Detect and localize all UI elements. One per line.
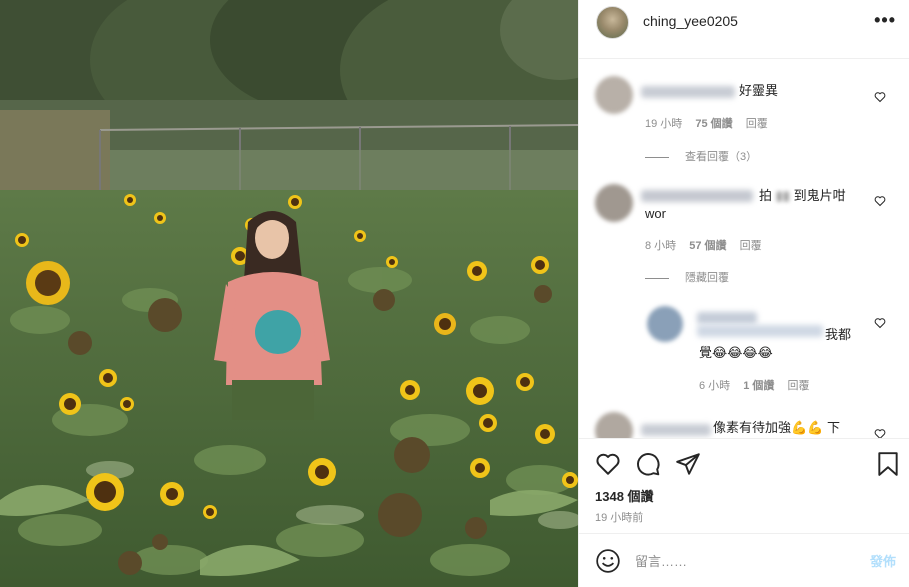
commenter-username-blurred[interactable] (641, 424, 711, 436)
replier-avatar[interactable] (647, 306, 683, 342)
commenter-username-blurred[interactable] (641, 190, 753, 202)
comment-meta: 8 小時 57 個讚 回覆 (645, 237, 772, 253)
comment-time: 8 小時 (645, 240, 677, 252)
comment-icon[interactable] (635, 451, 661, 477)
commenter-avatar[interactable] (595, 76, 633, 114)
comment-text: 像素有待加強💪💪 下 (713, 420, 840, 435)
heart-icon[interactable] (874, 195, 886, 207)
heart-icon[interactable] (874, 428, 886, 438)
replies-divider (645, 277, 669, 279)
post-comment-button[interactable]: 發佈 (870, 551, 896, 570)
comment-likes[interactable]: 75 個讚 (695, 118, 732, 130)
more-horizontal-icon[interactable]: ••• (874, 10, 896, 31)
mention-blurred[interactable] (697, 325, 823, 337)
comment-input[interactable] (635, 550, 835, 572)
reply-text: 我都 (825, 327, 852, 342)
bookmark-icon[interactable] (875, 451, 901, 477)
post-side-panel: ching_yee0205 ••• 好靈異 19 小時 75 個讚 回覆 查看回… (578, 0, 909, 587)
heart-icon[interactable] (874, 91, 886, 103)
post-actions: 1348 個讚 19 小時前 (579, 438, 909, 533)
share-icon[interactable] (675, 451, 701, 477)
reply-time: 6 小時 (699, 380, 731, 392)
reply-likes[interactable]: 1 個讚 (743, 380, 774, 392)
post-timestamp[interactable]: 19 小時前 (595, 509, 643, 525)
heart-icon[interactable] (595, 451, 621, 477)
sunflower-field-image (0, 0, 578, 587)
replier-username-blurred[interactable] (697, 312, 757, 324)
hide-replies-button[interactable]: 隱藏回覆 (645, 269, 729, 285)
post-header: ching_yee0205 ••• (579, 0, 909, 59)
reply-text-continued: 覺😂😂😂😂 (699, 345, 773, 360)
author-username[interactable]: ching_yee0205 (643, 13, 738, 29)
comment-meta: 19 小時 75 個讚 回覆 (645, 115, 778, 131)
emoji-icon[interactable] (595, 548, 621, 574)
commenter-username-blurred[interactable] (641, 86, 735, 98)
replies-divider (645, 156, 669, 158)
comment-composer: 發佈 (579, 533, 909, 587)
reply-button[interactable]: 回覆 (746, 118, 768, 130)
commenter-avatar[interactable] (595, 184, 633, 222)
comment-text: 好靈異 (739, 83, 779, 98)
reply-button[interactable]: 回覆 (740, 240, 762, 252)
comment-text-continued: wor (645, 206, 666, 221)
comments-list[interactable]: 好靈異 19 小時 75 個讚 回覆 查看回覆（3） 拍 ▮▮ 到鬼片咁 wor… (579, 60, 909, 438)
comment-time: 19 小時 (645, 118, 683, 130)
view-replies-button[interactable]: 查看回覆（3） (645, 148, 757, 164)
commenter-avatar[interactable] (595, 412, 633, 438)
author-avatar[interactable] (596, 6, 629, 39)
reply-meta: 6 小時 1 個讚 回覆 (699, 377, 820, 393)
post-photo[interactable] (0, 0, 578, 587)
comment-text: 拍 ▮▮ 到鬼片咁 (759, 188, 846, 203)
likes-count[interactable]: 1348 個讚 (595, 486, 654, 505)
reply-button[interactable]: 回覆 (788, 380, 810, 392)
heart-icon[interactable] (874, 317, 886, 329)
comment-likes[interactable]: 57 個讚 (689, 240, 726, 252)
